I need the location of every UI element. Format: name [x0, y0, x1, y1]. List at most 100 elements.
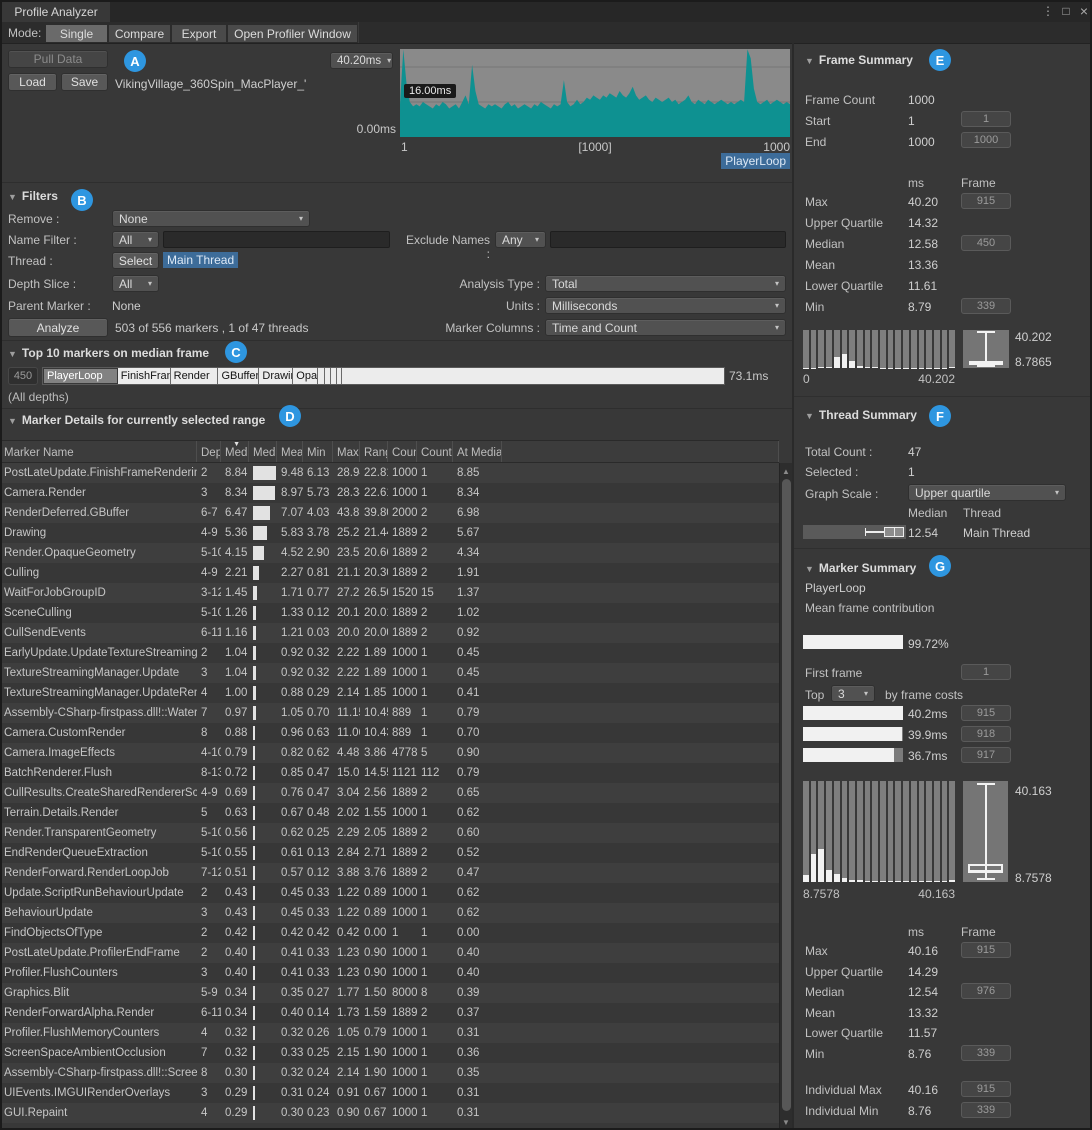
- table-row[interactable]: BehaviourUpdate30.430.450.331.220.891000…: [0, 903, 779, 923]
- table-row[interactable]: RenderForward.RenderLoopJob7-120.510.570…: [0, 863, 779, 883]
- column-header-count[interactable]: Count: [388, 441, 417, 462]
- thread-whisker-graph[interactable]: [803, 525, 906, 539]
- top10-segment[interactable]: GBuffer: [218, 368, 259, 384]
- table-row[interactable]: Assembly-CSharp-firstpass.dll!::WaterTil…: [0, 703, 779, 723]
- depth-slice-dropdown[interactable]: All▾: [112, 275, 159, 292]
- goto-frame-button[interactable]: 450: [961, 235, 1011, 251]
- analysis-type-dropdown[interactable]: Total▾: [545, 275, 786, 292]
- save-button[interactable]: Save: [61, 73, 108, 91]
- table-row[interactable]: UIEvents.IMGUIRenderOverlays30.290.310.2…: [0, 1083, 779, 1103]
- exclude-names-input[interactable]: [550, 231, 786, 248]
- table-row[interactable]: EndRenderQueueExtraction5-100.550.610.13…: [0, 843, 779, 863]
- first-frame-button[interactable]: 1: [961, 664, 1011, 680]
- remove-dropdown[interactable]: None▾: [112, 210, 310, 227]
- column-header-depth[interactable]: Depth: [197, 441, 221, 462]
- table-row[interactable]: Graphics.Blit5-90.340.350.271.771.508000…: [0, 983, 779, 1003]
- thread-summary-header[interactable]: ▼Thread Summary: [805, 408, 917, 422]
- table-row[interactable]: Update.ScriptRunBehaviourUpdate20.430.45…: [0, 883, 779, 903]
- goto-frame-button[interactable]: 339: [961, 1102, 1011, 1118]
- table-row[interactable]: WaitForJobGroupID3-121.451.710.7727.2726…: [0, 583, 779, 603]
- top10-segment[interactable]: Drawing: [259, 368, 293, 384]
- table-row[interactable]: Render.OpaqueGeometry5-104.154.522.9023.…: [0, 543, 779, 563]
- top10-segment[interactable]: [318, 368, 325, 384]
- column-header-media[interactable]: Media▼: [221, 441, 249, 462]
- table-row[interactable]: Profiler.FlushCounters30.400.410.331.230…: [0, 963, 779, 983]
- table-row[interactable]: Render.TransparentGeometry5-100.560.620.…: [0, 823, 779, 843]
- table-row[interactable]: PostLateUpdate.FinishFrameRendering28.84…: [0, 463, 779, 483]
- tab-profile-analyzer[interactable]: Profile Analyzer: [2, 0, 110, 22]
- marker-summary-header[interactable]: ▼Marker Summary: [805, 561, 916, 575]
- table-row[interactable]: Camera.CustomRender80.880.960.6311.0610.…: [0, 723, 779, 743]
- column-header-media[interactable]: Media: [249, 441, 277, 462]
- table-row[interactable]: Drawing4-95.365.833.7825.2321.44188925.6…: [0, 523, 779, 543]
- graph-scale-dropdown[interactable]: Upper quartile▾: [908, 484, 1066, 501]
- window-menu-icon[interactable]: ⋮: [1040, 3, 1056, 19]
- goto-frame-button[interactable]: 918: [961, 726, 1011, 742]
- goto-frame-button[interactable]: 976: [961, 983, 1011, 999]
- top10-frame-button[interactable]: 450: [8, 367, 38, 385]
- column-header-min[interactable]: Min: [303, 441, 333, 462]
- table-row[interactable]: GUI.Repaint40.290.300.230.900.67100010.3…: [0, 1103, 779, 1123]
- scrollbar-thumb[interactable]: [782, 479, 791, 1111]
- mode-single-button[interactable]: Single: [46, 25, 107, 42]
- table-row[interactable]: Terrain.Details.Render50.630.670.482.021…: [0, 803, 779, 823]
- goto-frame-button[interactable]: 339: [961, 1045, 1011, 1061]
- top10-segment[interactable]: Render: [171, 368, 219, 384]
- goto-frame-button[interactable]: 915: [961, 193, 1011, 209]
- close-icon[interactable]: ×: [1076, 3, 1092, 19]
- column-header-mean[interactable]: Mean: [277, 441, 303, 462]
- selected-marker-chip[interactable]: PlayerLoop: [721, 153, 790, 169]
- exclude-mode-dropdown[interactable]: Any▾: [495, 231, 546, 248]
- column-header-range[interactable]: Range: [360, 441, 388, 462]
- column-header-marker-name[interactable]: Marker Name: [0, 441, 197, 462]
- table-row[interactable]: RenderForwardAlpha.Render6-110.340.400.1…: [0, 1003, 779, 1023]
- chart-scale-dropdown[interactable]: 40.20ms ▾: [330, 52, 393, 69]
- thread-name-value[interactable]: Main Thread: [963, 526, 1030, 540]
- mode-compare-button[interactable]: Compare: [109, 25, 170, 42]
- table-row[interactable]: ScreenSpaceAmbientOcclusion70.320.330.25…: [0, 1043, 779, 1063]
- table-row[interactable]: TextureStreamingManager.Update31.040.920…: [0, 663, 779, 683]
- column-header-at-median-f[interactable]: At Median F: [453, 441, 502, 462]
- frame-summary-header[interactable]: ▼Frame Summary: [805, 53, 913, 67]
- goto-frame-button[interactable]: 339: [961, 298, 1011, 314]
- table-row[interactable]: PostLateUpdate.ProfilerEndFrame20.400.41…: [0, 943, 779, 963]
- goto-frame-button[interactable]: 917: [961, 747, 1011, 763]
- thread-chip[interactable]: Main Thread: [163, 252, 238, 268]
- name-filter-mode-dropdown[interactable]: All▾: [112, 231, 159, 248]
- goto-frame-button[interactable]: 915: [961, 942, 1011, 958]
- scroll-up-icon[interactable]: ▲: [780, 464, 792, 478]
- analyze-button[interactable]: Analyze: [8, 318, 108, 337]
- marker-details-header[interactable]: ▼Marker Details for currently selected r…: [8, 413, 265, 427]
- open-profiler-window-button[interactable]: Open Profiler Window: [228, 25, 357, 42]
- name-filter-input[interactable]: [163, 231, 390, 248]
- table-row[interactable]: Camera.Render38.348.975.7328.3422.611000…: [0, 483, 779, 503]
- table-row[interactable]: CullResults.CreateSharedRendererScene4-9…: [0, 783, 779, 803]
- table-row[interactable]: TextureStreamingManager.UpdateRenderers4…: [0, 683, 779, 703]
- load-button[interactable]: Load: [8, 73, 57, 91]
- top10-segment[interactable]: PlayerLoop: [43, 368, 118, 384]
- pull-data-button[interactable]: Pull Data: [8, 50, 108, 68]
- table-row[interactable]: FindObjectsOfType20.420.420.420.420.0011…: [0, 923, 779, 943]
- maximize-icon[interactable]: □: [1058, 3, 1074, 19]
- top-n-dropdown[interactable]: 3▾: [831, 685, 875, 702]
- column-header-count-fra[interactable]: Count Fra: [417, 441, 453, 462]
- table-row[interactable]: BatchRenderer.Flush8-130.720.850.4715.02…: [0, 763, 779, 783]
- table-row[interactable]: EarlyUpdate.UpdateTextureStreamingManage…: [0, 643, 779, 663]
- table-row[interactable]: Culling4-92.212.270.8121.1120.30188921.9…: [0, 563, 779, 583]
- end-frame-button[interactable]: 1000: [961, 132, 1011, 148]
- table-row[interactable]: Camera.ImageEffects4-100.790.820.624.483…: [0, 743, 779, 763]
- frame-time-chart[interactable]: [400, 49, 790, 137]
- table-row[interactable]: Assembly-CSharp-firstpass.dll!::ScreenSp…: [0, 1063, 779, 1083]
- table-row[interactable]: SceneCulling5-101.261.330.1220.1420.0118…: [0, 603, 779, 623]
- column-header-max[interactable]: Max: [333, 441, 360, 462]
- table-row[interactable]: Profiler.FlushMemoryCounters40.320.320.2…: [0, 1023, 779, 1043]
- goto-frame-button[interactable]: 915: [961, 705, 1011, 721]
- units-dropdown[interactable]: Milliseconds▾: [545, 297, 786, 314]
- goto-frame-button[interactable]: 915: [961, 1081, 1011, 1097]
- table-scrollbar[interactable]: ▲ ▼: [779, 463, 792, 1130]
- thread-select-button[interactable]: Select: [112, 252, 159, 269]
- start-frame-button[interactable]: 1: [961, 111, 1011, 127]
- scroll-down-icon[interactable]: ▼: [780, 1115, 792, 1129]
- top10-header[interactable]: ▼Top 10 markers on median frame: [8, 346, 209, 360]
- top10-segment[interactable]: Opaqu: [293, 368, 318, 384]
